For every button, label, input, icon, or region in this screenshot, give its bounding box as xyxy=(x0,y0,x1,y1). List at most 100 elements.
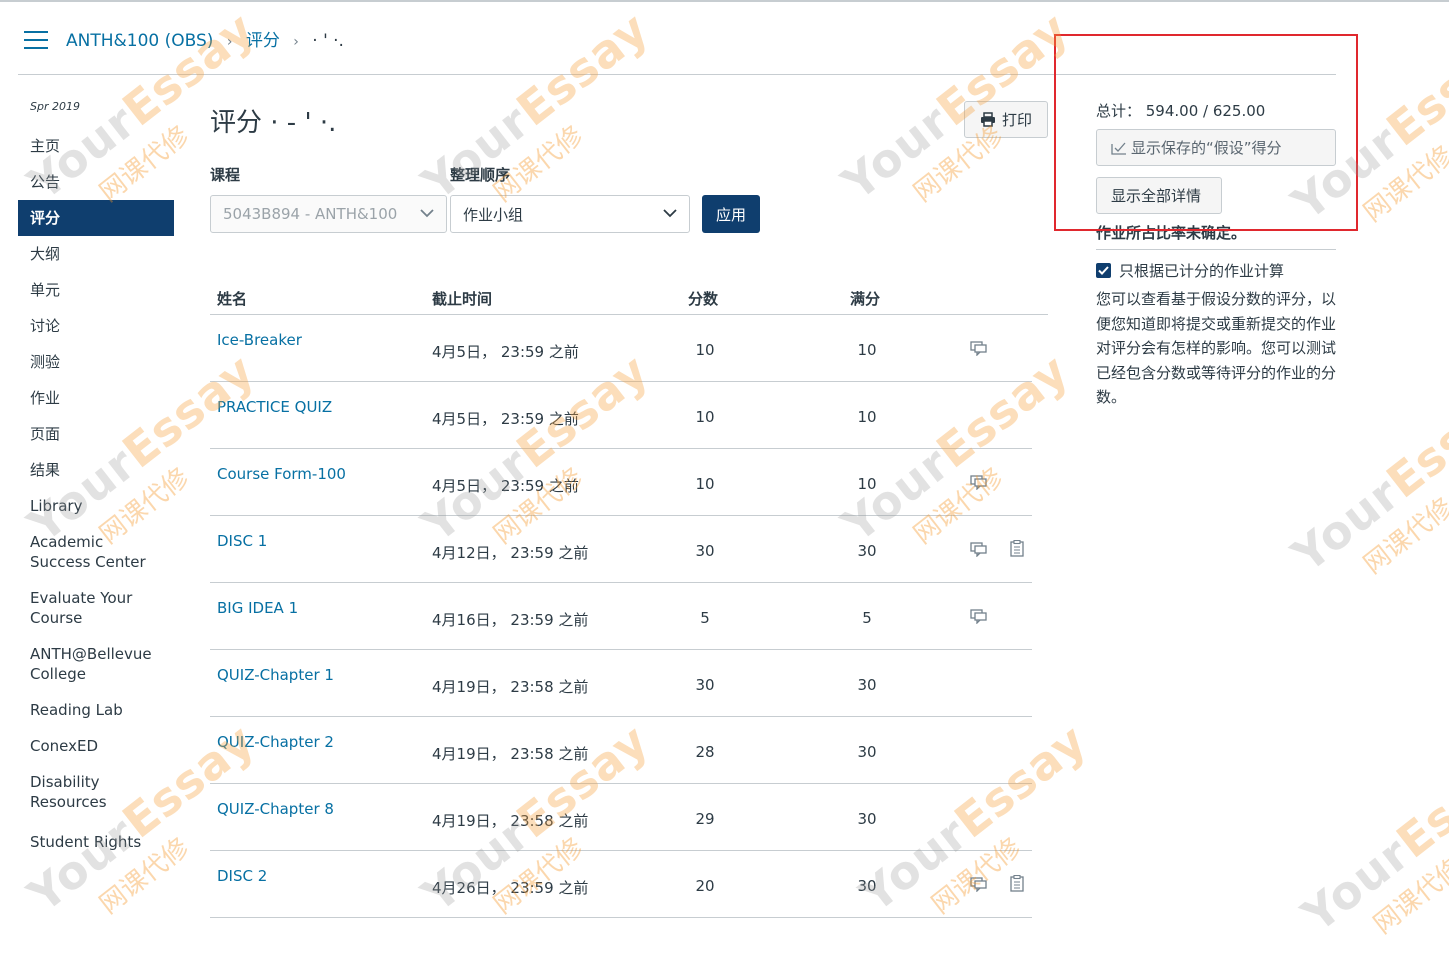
assignment-link[interactable]: QUIZ-Chapter 1 xyxy=(217,666,334,684)
calc-graded-only-label[interactable]: 只根据已计分的作业计算 xyxy=(1119,260,1284,281)
due-date: 4月26日， 23:59 之前 xyxy=(432,879,589,897)
comments-icon[interactable] xyxy=(970,542,987,561)
watermark-brand-a: Your xyxy=(412,94,540,211)
chevron-down-icon xyxy=(663,209,677,218)
score-value[interactable]: 10 xyxy=(680,475,730,493)
top-border xyxy=(0,0,1449,2)
points-possible: 10 xyxy=(857,341,877,359)
assignment-link[interactable]: PRACTICE QUIZ xyxy=(217,398,332,416)
assignment-link[interactable]: DISC 1 xyxy=(217,532,267,550)
assignment-link[interactable]: DISC 2 xyxy=(217,867,267,885)
hamburger-menu-icon[interactable] xyxy=(24,31,48,49)
sort-select[interactable]: 作业小组 xyxy=(450,195,690,233)
watermark-tagline: 网课代修 xyxy=(1358,140,1449,229)
sidebar-item-anth-bellevue[interactable]: ANTH@Bellevue College xyxy=(18,640,174,696)
sidebar-item-assignments[interactable]: 作业 xyxy=(18,380,174,416)
due-date: 4月19日， 23:58 之前 xyxy=(432,812,589,830)
term-label: Spr 2019 xyxy=(30,100,80,113)
score-value[interactable]: 5 xyxy=(680,609,730,627)
sidebar-item-disability[interactable]: Disability Resources xyxy=(18,768,174,824)
points-possible: 30 xyxy=(857,810,877,828)
breadcrumb-course[interactable]: ANTH&100 (OBS) xyxy=(66,31,213,51)
comments-icon[interactable] xyxy=(970,609,987,628)
watermark-brand: YourEssay xyxy=(1292,733,1449,942)
table-row: PRACTICE QUIZ 4月5日， 23:59 之前 10 10 xyxy=(210,382,1032,449)
sidebar-item-academic-success[interactable]: Academic Success Center xyxy=(18,528,174,584)
assignment-link[interactable]: QUIZ-Chapter 2 xyxy=(217,733,334,751)
due-date: 4月16日， 23:59 之前 xyxy=(432,611,589,629)
apply-button[interactable]: 应用 xyxy=(702,195,760,233)
course-select-value: 5043B894 - ANTH&100 xyxy=(223,205,398,223)
due-date: 4月19日， 23:58 之前 xyxy=(432,678,589,696)
breadcrumb-grades[interactable]: 评分 xyxy=(246,31,280,51)
points-possible: 10 xyxy=(857,408,877,426)
assignment-link[interactable]: BIG IDEA 1 xyxy=(217,599,298,617)
score-value[interactable]: 29 xyxy=(680,810,730,828)
points-possible: 30 xyxy=(857,542,877,560)
due-date: 4月5日， 23:59 之前 xyxy=(432,410,579,428)
breadcrumb-separator: › xyxy=(293,34,299,50)
score-value[interactable]: 30 xyxy=(680,542,730,560)
sidebar-item-modules[interactable]: 单元 xyxy=(18,272,174,308)
chevron-down-icon xyxy=(420,209,434,218)
rubric-icon[interactable] xyxy=(1010,539,1024,561)
sidebar-item-student-rights[interactable]: Student Rights xyxy=(18,824,174,860)
page-title: 评分 · - ' ·. xyxy=(210,108,337,138)
watermark-brand-a: Your xyxy=(1282,466,1410,583)
sidebar-item-reading-lab[interactable]: Reading Lab xyxy=(18,692,174,728)
sidebar-item-home[interactable]: 主页 xyxy=(18,128,174,164)
print-label: 打印 xyxy=(1001,111,1032,129)
course-select[interactable]: 5043B894 - ANTH&100 xyxy=(210,195,447,233)
score-value[interactable]: 10 xyxy=(680,341,730,359)
course-nav: 主页 公告 评分 大纲 单元 讨论 测验 作业 页面 结果 Library Ac… xyxy=(18,128,174,860)
grades-table: 姓名 截止时间 分数 满分 Ice-Breaker 4月5日， 23:59 之前 1… xyxy=(210,280,1048,918)
checkmark-icon xyxy=(1098,266,1109,275)
assignment-link[interactable]: Ice-Breaker xyxy=(217,331,302,349)
watermark-brand-a: Your xyxy=(832,94,960,211)
sidebar-item-conexed[interactable]: ConexED xyxy=(18,728,174,764)
table-row: Course Form-100 4月5日， 23:59 之前 10 10 xyxy=(210,449,1032,516)
points-possible: 10 xyxy=(857,475,877,493)
comments-icon[interactable] xyxy=(970,877,987,896)
sidebar-item-announcements[interactable]: 公告 xyxy=(18,164,174,200)
sidebar-item-pages[interactable]: 页面 xyxy=(18,416,174,452)
sidebar-item-grades[interactable]: 评分 xyxy=(18,200,174,236)
rubric-icon[interactable] xyxy=(1010,874,1024,896)
due-date: 4月12日， 23:59 之前 xyxy=(432,544,589,562)
points-possible: 30 xyxy=(857,743,877,761)
table-header: 姓名 截止时间 分数 满分 xyxy=(210,280,1048,315)
header-total: 满分 xyxy=(850,290,881,308)
score-value[interactable]: 20 xyxy=(680,877,730,895)
highlight-box xyxy=(1054,34,1358,231)
comments-icon[interactable] xyxy=(970,341,987,360)
header-due: 截止时间 xyxy=(432,290,493,308)
table-row: DISC 1 4月12日， 23:59 之前 30 30 xyxy=(210,516,1032,583)
score-value[interactable]: 10 xyxy=(680,408,730,426)
table-row: QUIZ-Chapter 1 4月19日， 23:58 之前 30 30 xyxy=(210,650,1032,717)
watermark-tagline: 网课代修 xyxy=(1358,492,1449,581)
points-possible: 30 xyxy=(857,877,877,895)
due-date: 4月5日， 23:59 之前 xyxy=(432,477,579,495)
assignment-link[interactable]: Course Form-100 xyxy=(217,465,346,483)
score-value[interactable]: 30 xyxy=(680,676,730,694)
sidebar-item-syllabus[interactable]: 大纲 xyxy=(18,236,174,272)
breadcrumb-current: · ' ·. xyxy=(312,31,344,51)
sidebar-item-quizzes[interactable]: 测验 xyxy=(18,344,174,380)
score-value[interactable]: 28 xyxy=(680,743,730,761)
watermark-tagline: 网课代修 xyxy=(1368,852,1449,941)
table-row: QUIZ-Chapter 8 4月19日， 23:58 之前 29 30 xyxy=(210,784,1032,851)
header-name: 姓名 xyxy=(217,290,248,308)
due-date: 4月19日， 23:58 之前 xyxy=(432,745,589,763)
table-row: BIG IDEA 1 4月16日， 23:59 之前 5 5 xyxy=(210,583,1032,650)
sidebar-item-library[interactable]: Library xyxy=(18,488,174,524)
sidebar-item-evaluate-course[interactable]: Evaluate Your Course xyxy=(18,584,174,640)
print-button[interactable]: 打印 xyxy=(964,101,1048,138)
calc-graded-only: 只根据已计分的作业计算 xyxy=(1096,260,1336,281)
assignment-link[interactable]: QUIZ-Chapter 8 xyxy=(217,800,334,818)
calc-graded-only-checkbox[interactable] xyxy=(1096,263,1111,278)
whatif-description: 您可以查看基于假设分数的评分，以便您知道即将提交或重新提交的作业对评分会有怎样的… xyxy=(1096,290,1337,406)
sidebar-item-discussions[interactable]: 讨论 xyxy=(18,308,174,344)
comments-icon[interactable] xyxy=(970,475,987,494)
breadcrumb: ANTH&100 (OBS) › 评分 › · ' ·. xyxy=(66,26,344,51)
sidebar-item-outcomes[interactable]: 结果 xyxy=(18,452,174,488)
